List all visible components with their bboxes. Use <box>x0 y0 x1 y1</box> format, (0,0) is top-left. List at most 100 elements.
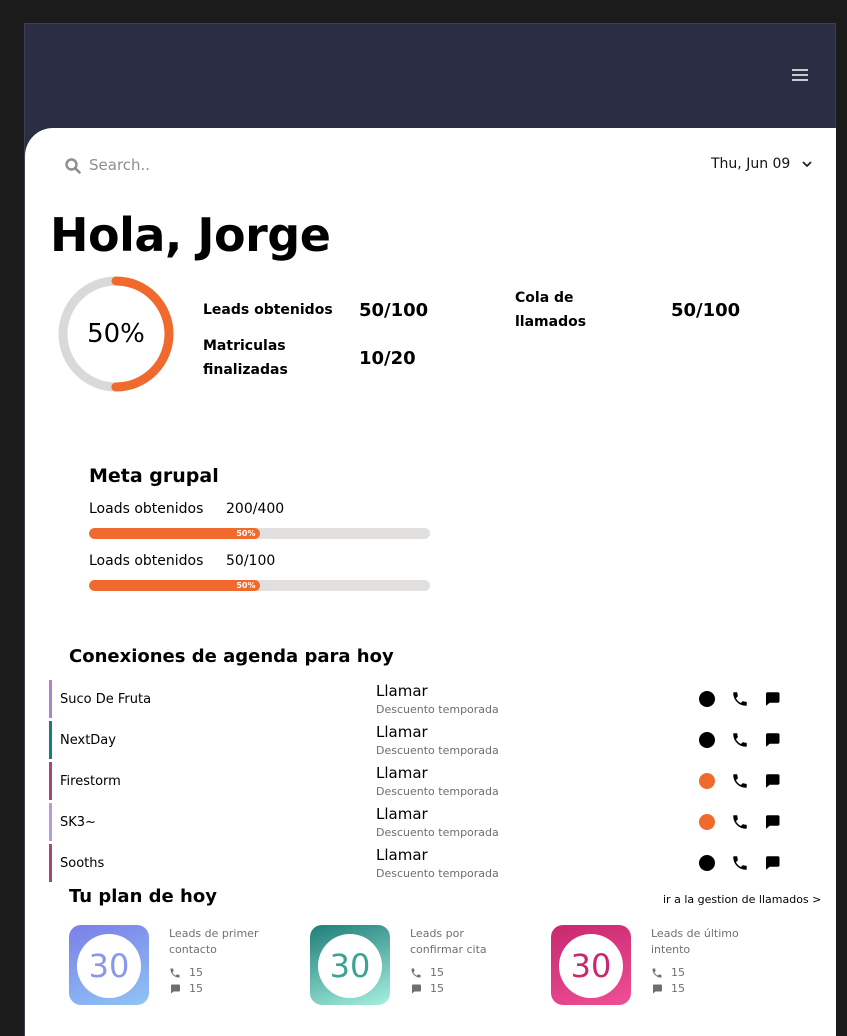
chat-icon[interactable] <box>763 772 781 790</box>
row-subtitle: Descuento temporada <box>376 744 499 757</box>
plan-card-title: Leads de último intento <box>651 927 739 956</box>
stat-label: Leads obtenidos <box>203 302 333 318</box>
agenda-title: Conexiones de agenda para hoy <box>69 646 394 667</box>
plan-calls-count: 15 <box>430 966 444 979</box>
phone-icon <box>411 968 421 977</box>
plan-card-title: Leads de primer contacto <box>169 927 259 956</box>
chat-icon <box>171 984 180 993</box>
plan-card-title: Leads por confirmar cita <box>410 927 487 956</box>
plan-calls-count: 15 <box>671 966 685 979</box>
progress-bar: 50% <box>89 580 430 591</box>
chat-icon[interactable] <box>763 854 781 872</box>
agenda-row[interactable]: NextDay Llamar Descuento temporada <box>49 721 809 759</box>
meta-label: Loads obtenidos <box>89 553 204 569</box>
row-action: Llamar <box>376 805 428 823</box>
plan-messages: 15 <box>410 982 444 995</box>
plan-card: 30 Leads de último intento 15 15 <box>551 925 791 1009</box>
meta-value: 200/400 <box>226 501 285 517</box>
row-accent <box>49 680 52 718</box>
plan-calls-count: 15 <box>189 966 203 979</box>
row-name: Suco De Fruta <box>60 692 152 707</box>
date-select-value: Thu, Jun 09 <box>711 156 791 172</box>
status-dot <box>699 855 715 871</box>
row-accent <box>49 721 52 759</box>
page-title: Hola, Jorge <box>50 208 331 262</box>
phone-icon[interactable] <box>731 690 749 708</box>
row-accent <box>49 844 52 882</box>
meta-title: Meta grupal <box>89 465 219 487</box>
stat-value: 50/100 <box>359 300 429 321</box>
chat-icon <box>653 984 662 993</box>
meta-value: 50/100 <box>226 553 276 569</box>
progress-bar-fill: 50% <box>89 580 260 591</box>
status-dot <box>699 773 715 789</box>
plan-calls: 15 <box>410 966 444 979</box>
plan-count: 30 <box>559 934 623 998</box>
row-accent <box>49 762 52 800</box>
plan-messages-count: 15 <box>671 982 685 995</box>
row-action: Llamar <box>376 682 428 700</box>
phone-icon[interactable] <box>731 731 749 749</box>
row-action: Llamar <box>376 846 428 864</box>
phone-icon <box>170 968 180 977</box>
plan-tile[interactable]: 30 <box>310 925 390 1005</box>
date-select[interactable]: Thu, Jun 09 <box>711 156 812 172</box>
stat-label: Matriculas finalizadas <box>203 338 288 378</box>
row-subtitle: Descuento temporada <box>376 867 499 880</box>
row-name: Sooths <box>60 856 105 871</box>
agenda-row[interactable]: Sooths Llamar Descuento temporada <box>49 844 809 882</box>
status-dot <box>699 732 715 748</box>
stat-value: 10/20 <box>359 348 416 369</box>
stat-label: Cola de llamados <box>515 290 587 330</box>
plan-title: Tu plan de hoy <box>69 886 217 907</box>
plan-calls: 15 <box>651 966 685 979</box>
plan-tile[interactable]: 30 <box>69 925 149 1005</box>
search-input[interactable] <box>89 156 289 174</box>
plan-card: 30 Leads de primer contacto 15 15 <box>69 925 309 1009</box>
agenda-row[interactable]: Firestorm Llamar Descuento temporada <box>49 762 809 800</box>
plan-card: 30 Leads por confirmar cita 15 15 <box>310 925 550 1009</box>
phone-icon[interactable] <box>731 772 749 790</box>
row-action: Llamar <box>376 723 428 741</box>
progress-ring-label: 50% <box>87 319 145 349</box>
phone-icon <box>652 968 662 977</box>
row-accent <box>49 803 52 841</box>
plan-calls: 15 <box>169 966 203 979</box>
plan-messages-count: 15 <box>189 982 203 995</box>
go-to-calls-link[interactable]: ir a la gestion de llamados > <box>663 893 821 906</box>
agenda-row[interactable]: SK3~ Llamar Descuento temporada <box>49 803 809 841</box>
row-subtitle: Descuento temporada <box>376 703 499 716</box>
chat-icon[interactable] <box>763 813 781 831</box>
plan-count: 30 <box>318 934 382 998</box>
phone-icon[interactable] <box>731 854 749 872</box>
hamburger-menu-icon[interactable] <box>792 69 808 83</box>
row-name: SK3~ <box>60 815 96 830</box>
plan-messages: 15 <box>651 982 685 995</box>
progress-bar-label: 50% <box>236 529 256 538</box>
phone-icon[interactable] <box>731 813 749 831</box>
main-content: Thu, Jun 09 Hola, Jorge 50% Leads obteni… <box>25 128 836 1036</box>
row-action: Llamar <box>376 764 428 782</box>
progress-bar-label: 50% <box>236 581 256 590</box>
row-subtitle: Descuento temporada <box>376 785 499 798</box>
plan-count: 30 <box>77 934 141 998</box>
plan-messages-count: 15 <box>430 982 444 995</box>
status-dot <box>699 814 715 830</box>
chat-icon[interactable] <box>763 690 781 708</box>
stat-value: 50/100 <box>671 300 741 321</box>
plan-messages: 15 <box>169 982 203 995</box>
chat-icon[interactable] <box>763 731 781 749</box>
row-name: NextDay <box>60 733 116 748</box>
meta-label: Loads obtenidos <box>89 501 204 517</box>
row-name: Firestorm <box>60 774 121 789</box>
progress-bar-fill: 50% <box>89 528 260 539</box>
plan-tile[interactable]: 30 <box>551 925 631 1005</box>
agenda-row[interactable]: Suco De Fruta Llamar Descuento temporada <box>49 680 809 718</box>
progress-bar: 50% <box>89 528 430 539</box>
status-dot <box>699 691 715 707</box>
chevron-down-icon <box>802 161 812 168</box>
chat-icon <box>412 984 421 993</box>
app-window: Thu, Jun 09 Hola, Jorge 50% Leads obteni… <box>24 23 836 1036</box>
row-subtitle: Descuento temporada <box>376 826 499 839</box>
search-icon <box>65 158 81 174</box>
